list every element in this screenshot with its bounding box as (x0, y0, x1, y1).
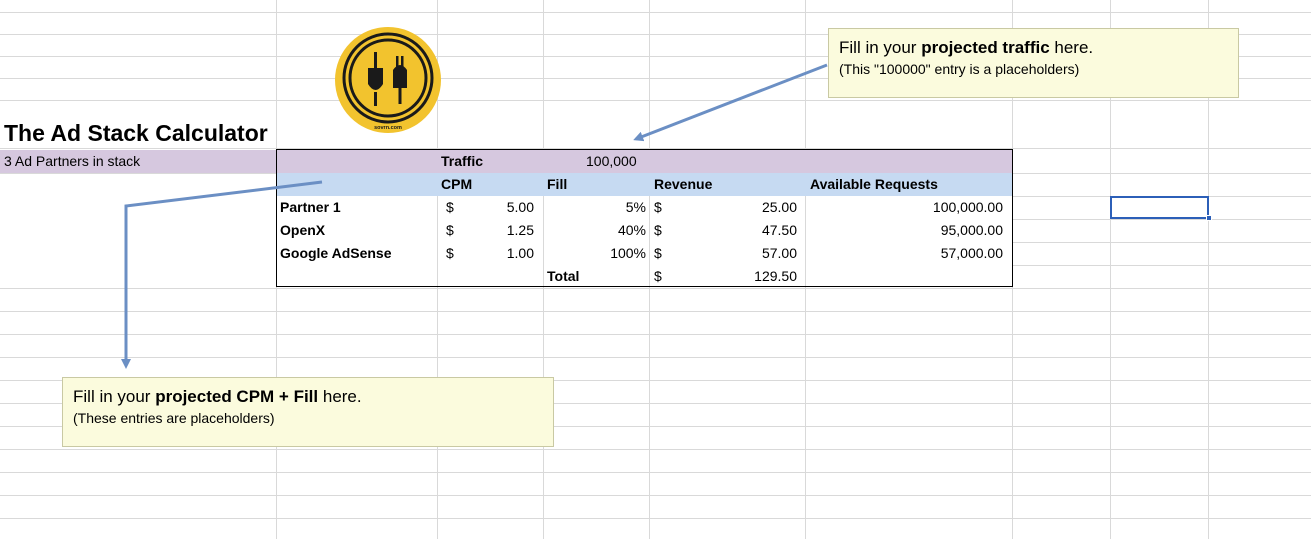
cpm-note-line: Fill in your projected CPM + Fill here. (73, 386, 543, 408)
spreadsheet-grid[interactable]: The Ad Stack Calculator 3 Ad Partners in… (0, 0, 1311, 539)
cpm-note-sub: (These entries are placeholders) (73, 410, 275, 426)
traffic-note-sub: (This "100000" entry is a placeholders) (839, 61, 1080, 77)
traffic-note-line: Fill in your projected traffic here. (839, 37, 1228, 59)
cpm-note-prefix: Fill in your (73, 387, 156, 406)
traffic-arrow (633, 63, 828, 142)
cpm-note-suffix: here. (318, 387, 362, 406)
traffic-note-suffix: here. (1049, 38, 1094, 57)
cpm-arrow (121, 180, 323, 369)
cpm-note[interactable]: Fill in your projected CPM + Fill here. … (62, 377, 554, 447)
traffic-note-prefix: Fill in your (839, 38, 922, 57)
traffic-note-bold: projected traffic (921, 38, 1050, 57)
traffic-note[interactable]: Fill in your projected traffic here. (Th… (828, 28, 1239, 98)
cpm-note-bold: projected CPM + Fill (155, 387, 319, 406)
